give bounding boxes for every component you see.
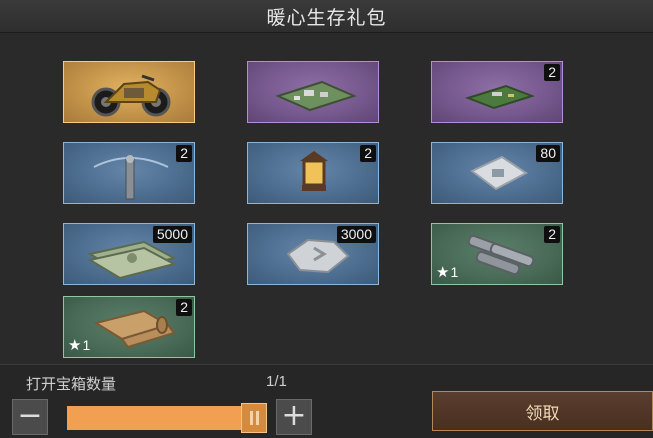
count-badge: 2	[360, 145, 376, 162]
quantity-slider[interactable]	[67, 403, 267, 433]
increase-quantity-button[interactable]: +	[276, 399, 312, 435]
open-quantity-value: 1/1	[266, 373, 287, 390]
quantity-bar: 打开宝箱数量 1/1 − + 领取	[0, 364, 653, 438]
reward-item-motorcycle[interactable]	[63, 61, 195, 123]
reward-item-lantern[interactable]: 2	[247, 142, 379, 204]
count-badge: 2	[544, 226, 560, 243]
star-level-badge: ★ 1	[68, 336, 90, 354]
slider-handle[interactable]	[241, 403, 267, 433]
count-badge: 80	[536, 145, 560, 162]
star-level: 1	[450, 264, 459, 280]
page-title: 暖心生存礼包	[266, 6, 387, 29]
reward-item-blueprint-scroll[interactable]: 2 ★ 1	[63, 296, 195, 358]
base-map-icon	[275, 80, 357, 112]
reward-item-base-map[interactable]	[247, 61, 379, 123]
count-badge: 2	[176, 299, 192, 316]
reward-item-circuit-board[interactable]: 2	[431, 61, 563, 123]
decrease-quantity-button[interactable]: −	[12, 399, 48, 435]
reward-item-cash-bundle[interactable]: 5000	[63, 223, 195, 285]
reward-item-pipes[interactable]: 2 ★ 1	[431, 223, 563, 285]
star-icon: ★	[68, 337, 82, 354]
title-bar: 暖心生存礼包	[0, 0, 653, 33]
reward-item-silver-ore[interactable]: 3000	[247, 223, 379, 285]
reward-item-sprinkler[interactable]: 2	[63, 142, 195, 204]
star-level: 1	[82, 337, 91, 353]
open-quantity-label: 打开宝箱数量	[26, 375, 117, 393]
star-icon: ★	[436, 264, 450, 281]
reward-grid: 2 2 2 80 5000 3000 2 ★ 1 2 ★ 1	[0, 33, 653, 363]
star-level-badge: ★ 1	[436, 263, 458, 281]
reward-item-seed-packet[interactable]: 80	[431, 142, 563, 204]
slider-fill	[67, 406, 267, 430]
motorcycle-icon	[91, 74, 171, 117]
claim-button[interactable]: 领取	[432, 391, 653, 431]
count-badge: 3000	[336, 226, 376, 243]
count-badge: 5000	[152, 226, 192, 243]
count-badge: 2	[176, 145, 192, 162]
count-badge: 2	[544, 64, 560, 81]
